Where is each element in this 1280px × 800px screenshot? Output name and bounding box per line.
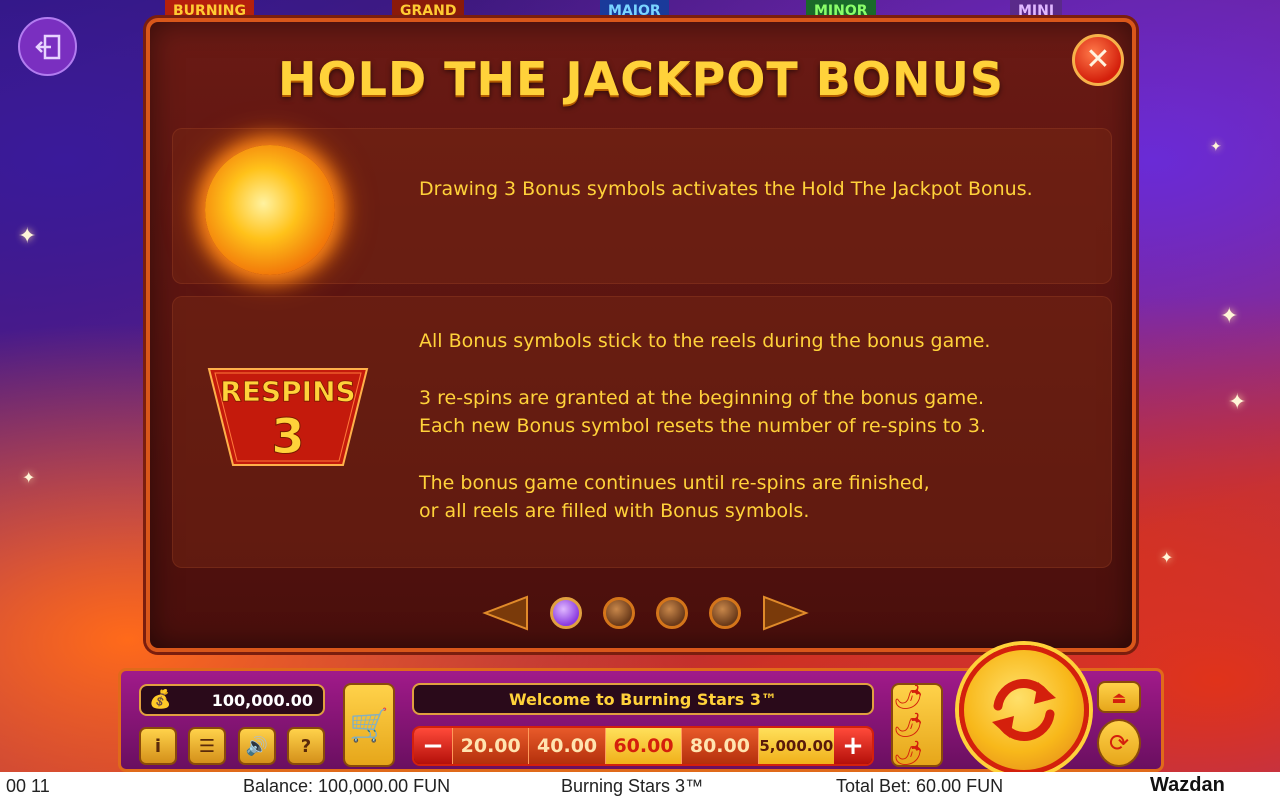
sparkle-decoration: ✦ (1160, 548, 1174, 567)
control-bar: 💰 100,000.00 i ☰ 🔊 ? 🛒 Welcome to Burnin… (118, 645, 1164, 775)
bet-option[interactable]: 40.00 (528, 728, 605, 764)
sound-button[interactable]: 🔊 (238, 727, 276, 765)
exit-button[interactable] (18, 17, 77, 76)
respins-badge-value: 3 (271, 409, 304, 465)
autoplay-button[interactable]: ⟳ (1097, 719, 1141, 767)
page-dot-2[interactable] (602, 597, 635, 629)
autoplay-icon: ⟳ (1108, 729, 1130, 757)
page-dot-3[interactable] (655, 597, 688, 629)
respins-description: All Bonus symbols stick to the reels dur… (419, 327, 1099, 525)
bet-increase-button[interactable]: + (834, 728, 872, 764)
bet-decrease-button[interactable]: − (414, 728, 452, 764)
respins-paragraph-sticky: All Bonus symbols stick to the reels dur… (419, 330, 991, 352)
speaker-icon: 🔊 (245, 735, 269, 757)
chili-peppers-icon: 🌶🌶🌶 (893, 683, 924, 767)
respins-badge: RESPINS 3 (207, 368, 369, 466)
bet-option[interactable]: 80.00 (681, 728, 758, 764)
turbo-icon: ⏏ (1111, 687, 1127, 707)
spin-arrows-icon (992, 679, 1056, 741)
exit-icon (34, 34, 60, 59)
respins-line-granted: 3 re-spins are granted at the beginning … (419, 387, 985, 409)
close-icon: ✕ (1085, 42, 1111, 77)
info-section-respins: RESPINS 3 All Bonus symbols stick to the… (172, 296, 1112, 568)
buy-feature-button[interactable]: 🛒 (343, 683, 395, 767)
sparkle-decoration: ✦ (18, 224, 37, 249)
volatility-button[interactable]: 🌶🌶🌶 (891, 683, 943, 767)
balance-display: 💰 100,000.00 (139, 684, 325, 716)
money-bag-icon: 💰 (149, 689, 172, 710)
info-button[interactable]: i (139, 727, 177, 765)
page-dot-1[interactable] (549, 597, 582, 629)
close-button[interactable]: ✕ (1072, 34, 1124, 86)
info-section-trigger: Drawing 3 Bonus symbols activates the Ho… (172, 128, 1112, 284)
respins-paragraph-end: The bonus game continues until re-spins … (419, 469, 1099, 525)
previous-page-arrow-icon[interactable] (481, 593, 529, 633)
help-icon: ? (300, 735, 312, 757)
shopping-cart-icon: 🛒 (349, 706, 389, 744)
bet-option-selected[interactable]: 60.00 (604, 728, 682, 764)
bet-selector: − 20.00 40.00 60.00 80.00 5,000.00 + (412, 726, 874, 766)
status-bar: 00 11 Balance: 100,000.00 FUN Burning St… (0, 772, 1280, 800)
wazdan-logo: Wazdan (1150, 774, 1225, 796)
page-dot-4[interactable] (708, 597, 741, 629)
status-total-bet: Total Bet: 60.00 FUN (836, 776, 1004, 796)
respins-badge-label: RESPINS (220, 375, 355, 408)
session-time: 00 11 (6, 776, 50, 796)
page-navigation (480, 592, 810, 634)
info-icon: i (154, 735, 162, 757)
status-balance: Balance: 100,000.00 FUN (243, 776, 451, 796)
message-bar: Welcome to Burning Stars 3™ (412, 683, 874, 715)
spin-button[interactable] (959, 645, 1089, 775)
menu-button[interactable]: ☰ (188, 727, 226, 765)
panel-title: HOLD THE JACKPOT BONUS (278, 52, 1004, 106)
sparkle-decoration: ✦ (1210, 139, 1222, 155)
balance-value: 100,000.00 (211, 690, 313, 710)
respins-line-reset: Each new Bonus symbol resets the number … (419, 415, 987, 437)
respins-line-continue: The bonus game continues until re-spins … (419, 472, 930, 494)
respins-line-filled: or all reels are filled with Bonus symbo… (419, 500, 810, 522)
menu-icon: ☰ (198, 735, 216, 757)
status-game-name: Burning Stars 3™ (561, 776, 704, 796)
sparkle-decoration: ✦ (22, 468, 36, 487)
bet-option[interactable]: 20.00 (452, 728, 529, 764)
sparkle-decoration: ✦ (1220, 304, 1239, 329)
bet-option-max[interactable]: 5,000.00 (757, 728, 835, 764)
turbo-button[interactable]: ⏏ (1097, 681, 1141, 713)
paytable-panel: HOLD THE JACKPOT BONUS ✕ Drawing 3 Bonus… (146, 18, 1136, 652)
trigger-description: Drawing 3 Bonus symbols activates the Ho… (419, 178, 1033, 200)
sparkle-decoration: ✦ (1228, 390, 1247, 415)
respins-paragraph-count: 3 re-spins are granted at the beginning … (419, 384, 1099, 440)
fireball-sun-icon (205, 145, 335, 275)
help-button[interactable]: ? (287, 727, 325, 765)
next-page-arrow-icon[interactable] (762, 593, 810, 633)
